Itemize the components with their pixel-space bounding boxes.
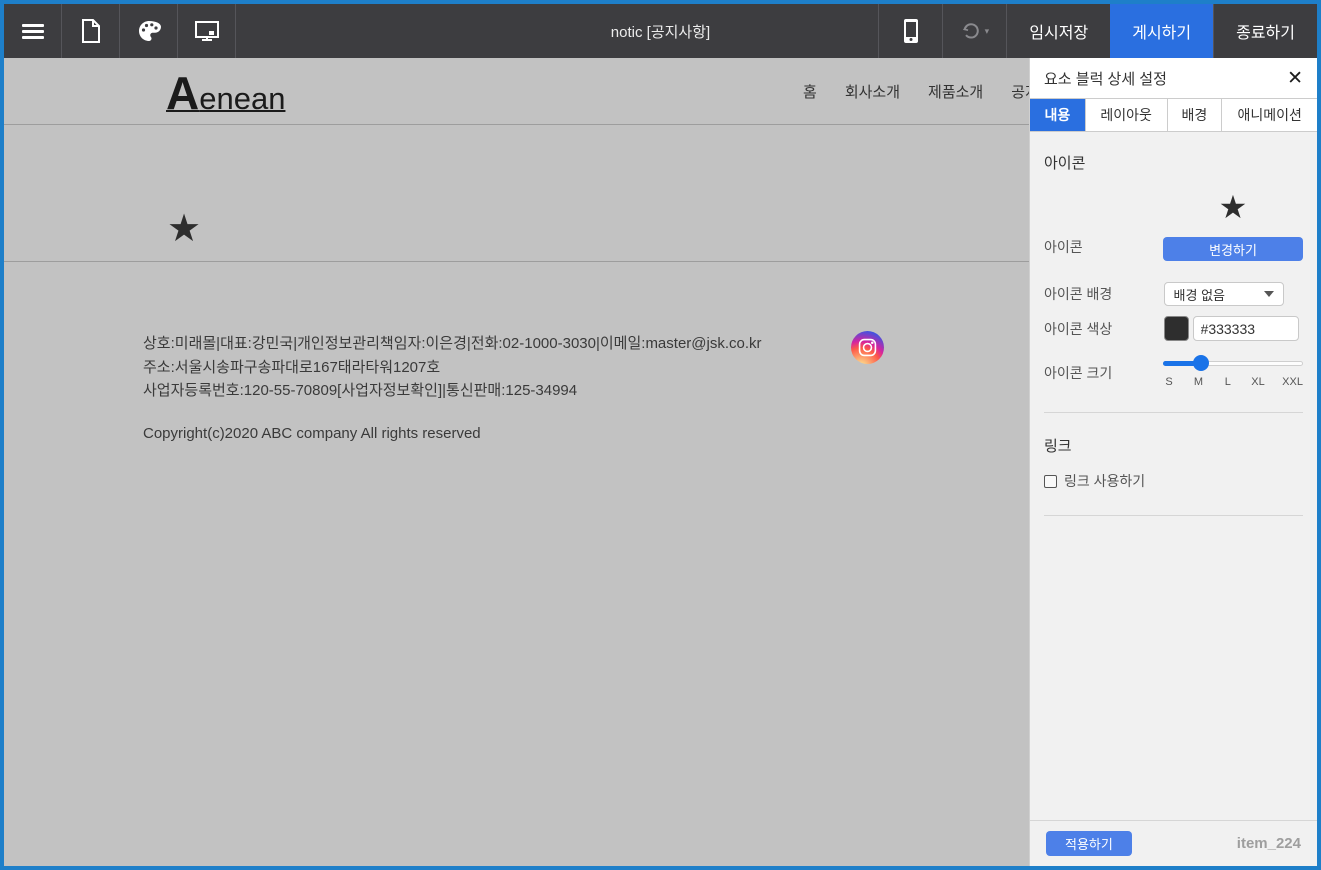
- icon-label: 아이콘: [1044, 239, 1083, 255]
- mobile-icon: [903, 19, 918, 43]
- site-logo[interactable]: Aenean: [166, 66, 285, 120]
- site-footer-block[interactable]: 상호:미래몰|대표:강민국|개인정보관리책임자:이은경|전화:02-1000-3…: [4, 262, 1029, 442]
- editor-window: notic [공지사항] ▾ 임시저장 게시하기 종료하기 Aenean 홈 회…: [0, 0, 1321, 870]
- undo-icon: [962, 23, 979, 39]
- chevron-down-icon: [1263, 291, 1274, 297]
- tab-background[interactable]: 배경: [1167, 99, 1223, 131]
- page-icon: [81, 19, 100, 43]
- publish-button[interactable]: 게시하기: [1110, 4, 1214, 58]
- palette-icon: [138, 21, 161, 41]
- panel-header: 요소 블럭 상세 설정 ✕: [1030, 58, 1317, 98]
- footer-line-3: 사업자등록번호:120-55-70809[사업자정보확인]|통신판매:125-3…: [143, 382, 578, 399]
- slider-knob[interactable]: [1192, 355, 1209, 371]
- page-button[interactable]: [62, 4, 120, 58]
- icon-section-title: 아이콘: [1044, 155, 1086, 172]
- icon-color-row: 아이콘 색상: [1044, 316, 1303, 341]
- nav-item-home[interactable]: 홈: [803, 81, 817, 102]
- icon-background-value: 배경 없음: [1173, 287, 1225, 303]
- tab-layout[interactable]: 레이아웃: [1085, 99, 1168, 131]
- site-header-block[interactable]: Aenean 홈 회사소개 제품소개 공지사항: [4, 58, 1029, 125]
- panel-tabs: 내용 레이아웃 배경 애니메이션: [1030, 98, 1317, 132]
- menu-button[interactable]: [4, 4, 62, 58]
- icon-color-label: 아이콘 색상: [1044, 320, 1113, 337]
- site-nav: 홈 회사소개 제품소개 공지사항: [803, 58, 1029, 125]
- undo-button[interactable]: ▾: [942, 4, 1006, 58]
- icon-size-label: 아이콘 크기: [1044, 365, 1113, 381]
- section-divider: [1044, 515, 1303, 516]
- temp-save-button[interactable]: 임시저장: [1006, 4, 1110, 58]
- icon-preview-star: ★: [1218, 189, 1248, 225]
- icon-background-select[interactable]: 배경 없음: [1163, 282, 1284, 306]
- hamburger-icon: [21, 21, 44, 42]
- tab-content[interactable]: 내용: [1030, 99, 1086, 131]
- tick-s: S: [1165, 376, 1173, 388]
- undo-caret-icon: ▾: [984, 25, 990, 36]
- nav-item-notice[interactable]: 공지사항: [1011, 81, 1029, 102]
- apply-button[interactable]: 적용하기: [1046, 831, 1132, 856]
- mobile-preview-button[interactable]: [878, 4, 942, 58]
- color-value-input[interactable]: [1192, 316, 1299, 341]
- use-link-label: 링크 사용하기: [1064, 473, 1146, 489]
- star-block[interactable]: ★: [4, 125, 1029, 262]
- top-toolbar: notic [공지사항] ▾ 임시저장 게시하기 종료하기: [4, 4, 1317, 58]
- tick-l: L: [1224, 376, 1231, 388]
- use-link-checkbox[interactable]: [1044, 474, 1057, 488]
- slider-tick-labels: S M L XL XXL: [1163, 376, 1303, 388]
- tick-m: M: [1193, 376, 1203, 388]
- instagram-icon[interactable]: [851, 331, 884, 364]
- change-icon-button[interactable]: 변경하기: [1163, 237, 1303, 261]
- icon-background-row: 아이콘 배경 배경 없음: [1044, 282, 1303, 306]
- tab-animation[interactable]: 애니메이션: [1222, 99, 1317, 131]
- desktop-preview-button[interactable]: [178, 4, 236, 58]
- panel-footer: 적용하기 item_224: [1030, 820, 1317, 866]
- color-swatch[interactable]: [1163, 316, 1189, 341]
- icon-size-slider[interactable]: [1163, 355, 1303, 371]
- item-id-label: item_224: [1236, 835, 1301, 852]
- element-settings-panel: 요소 블럭 상세 설정 ✕ 내용 레이아웃 배경 애니메이션 아이콘 아이콘 ★…: [1029, 58, 1317, 866]
- monitor-icon: [194, 21, 219, 41]
- icon-row: 아이콘 ★ 변경하기: [1044, 173, 1303, 261]
- icon-background-label: 아이콘 배경: [1044, 286, 1113, 302]
- icon-size-row: 아이콘 크기 S M L XL XXL: [1044, 355, 1303, 388]
- footer-info: 상호:미래몰|대표:강민국|개인정보관리책임자:이은경|전화:02-1000-3…: [143, 332, 1029, 403]
- tick-xxl: XXL: [1282, 376, 1303, 388]
- use-link-option[interactable]: 링크 사용하기: [1044, 471, 1303, 491]
- panel-title: 요소 블럭 상세 설정: [1044, 70, 1167, 88]
- site-canvas: Aenean 홈 회사소개 제품소개 공지사항 ★ 상호:미래몰|대표:강민국|…: [4, 58, 1029, 866]
- nav-item-products[interactable]: 제품소개: [928, 81, 983, 102]
- nav-item-company[interactable]: 회사소개: [845, 81, 900, 102]
- panel-body: 아이콘 아이콘 ★ 변경하기 아이콘 배경 배경 없음 아이콘 색상 #3333…: [1030, 132, 1317, 516]
- footer-line-2: 주소:서울시송파구송파대로167태라타워1207호: [143, 358, 441, 376]
- footer-line-1: 상호:미래몰|대표:강민국|개인정보관리책임자:이은경|전화:02-1000-3…: [143, 335, 762, 352]
- link-section-title: 링크: [1044, 438, 1072, 455]
- footer-copyright: Copyright(c)2020 ABC company All rights …: [143, 424, 481, 442]
- theme-button[interactable]: [120, 4, 178, 58]
- close-icon[interactable]: ✕: [1287, 69, 1303, 88]
- exit-button[interactable]: 종료하기: [1213, 4, 1317, 58]
- tick-xl: XL: [1251, 376, 1265, 388]
- section-divider: [1044, 412, 1303, 413]
